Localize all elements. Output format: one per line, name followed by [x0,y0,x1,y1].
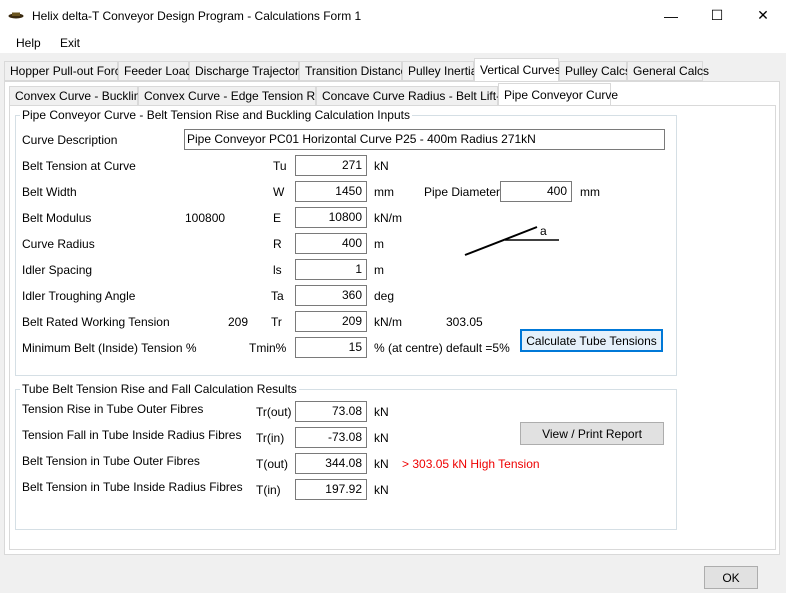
tab-vertical-curves[interactable]: Vertical Curves [474,58,561,82]
tension-fall-inside-value: -73.08 [295,427,367,448]
tension-rise-outer-unit: kN [374,405,389,419]
idler-spacing-unit: m [374,263,384,277]
ok-button[interactable]: OK [704,566,758,589]
curve-radius-symbol: R [273,237,282,251]
curve-radius-input[interactable]: 400 [295,233,367,254]
angle-label: a [540,224,547,238]
tension-rise-outer-label: Tension Rise in Tube Outer Fibres [22,402,204,416]
belt-tension-symbol: Tu [273,159,287,173]
window-title: Helix delta-T Conveyor Design Program - … [32,9,362,23]
tab-discharge-trajectory[interactable]: Discharge Trajectory [189,61,305,81]
pipe-diameter-label: Pipe Diameter [424,185,501,199]
tab-convex-curve-edge-tension-rise[interactable]: Convex Curve - Edge Tension Rise [138,86,331,106]
tab-general-calcs[interactable]: General Calcs [627,61,709,81]
belt-modulus-input[interactable]: 10800 [295,207,367,228]
min-tension-unit: % (at centre) default =5% [374,341,510,355]
curve-angle-diagram [464,226,559,256]
belt-width-input[interactable]: 1450 [295,181,367,202]
belt-tension-inside-symbol: T(in) [256,483,281,497]
belt-tension-label: Belt Tension at Curve [22,159,136,173]
curve-description-field[interactable]: Pipe Conveyor PC01 Horizontal Curve P25 … [184,129,665,150]
menu-exit[interactable]: Exit [60,36,80,50]
min-tension-label: Minimum Belt (Inside) Tension % [22,341,197,355]
menu-help[interactable]: Help [16,36,41,50]
inputs-group-title: Pipe Conveyor Curve - Belt Tension Rise … [20,108,412,122]
results-group-title: Tube Belt Tension Rise and Fall Calculat… [20,382,299,396]
high-tension-warning: > 303.05 kN High Tension [402,457,540,471]
troughing-angle-label: Idler Troughing Angle [22,289,136,303]
rated-tension-total: 303.05 [446,315,483,329]
idler-spacing-symbol: ls [273,263,282,277]
tension-fall-inside-unit: kN [374,431,389,445]
belt-tension-inside-unit: kN [374,483,389,497]
maximize-button[interactable]: ☐ [694,0,740,31]
pipe-diameter-unit: mm [580,185,600,199]
app-hat-icon [8,12,24,19]
idler-spacing-input[interactable]: 1 [295,259,367,280]
close-button[interactable]: ✕ [740,0,786,31]
belt-tension-input[interactable]: 271 [295,155,367,176]
rated-tension-extra-value: 209 [228,315,249,329]
belt-tension-unit: kN [374,159,389,173]
idler-spacing-label: Idler Spacing [22,263,93,277]
belt-tension-inside-value: 197.92 [295,479,367,500]
tab-pulley-inertia[interactable]: Pulley Inertia [402,61,477,81]
tension-rise-outer-symbol: Tr(out) [256,405,292,419]
tab-transition-distance[interactable]: Transition Distance [299,61,407,81]
belt-tension-inside-label: Belt Tension in Tube Inside Radius Fibre… [22,480,243,494]
view-print-report-button[interactable]: View / Print Report [520,422,664,445]
min-tension-symbol: Tmin% [249,341,287,355]
rated-tension-unit: kN/m [374,315,402,329]
rated-tension-input[interactable]: 209 [295,311,367,332]
belt-modulus-extra-value: 100800 [185,211,226,225]
pipe-diameter-input[interactable]: 400 [500,181,572,202]
belt-modulus-label: Belt Modulus [22,211,92,225]
rated-tension-label: Belt Rated Working Tension [22,315,170,329]
belt-width-label: Belt Width [22,185,77,199]
tab-pipe-conveyor-curve[interactable]: Pipe Conveyor Curve [498,83,618,107]
curve-description-label: Curve Description [22,133,118,147]
tab-concave-curve-radius-belt-lift-off[interactable]: Concave Curve Radius - Belt Lift-off [316,86,513,106]
tension-fall-inside-symbol: Tr(in) [256,431,285,445]
tab-hopper-pull-out-force[interactable]: Hopper Pull-out Force [4,61,127,81]
min-tension-input[interactable]: 15 [295,337,367,358]
tab-feeder-load[interactable]: Feeder Load [118,61,192,81]
tab-convex-curve-buckling[interactable]: Convex Curve - Buckling [9,86,147,106]
calculate-tube-tensions-button[interactable]: Calculate Tube Tensions [520,329,663,352]
belt-modulus-unit: kN/m [374,211,402,225]
curve-radius-label: Curve Radius [22,237,95,251]
belt-width-unit: mm [374,185,394,199]
tab-pulley-calcs[interactable]: Pulley Calcs [559,61,631,81]
belt-tension-outer-symbol: T(out) [256,457,289,471]
belt-tension-outer-unit: kN [374,457,389,471]
tension-rise-outer-value: 73.08 [295,401,367,422]
troughing-angle-input[interactable]: 360 [295,285,367,306]
belt-width-symbol: W [273,185,285,199]
belt-modulus-symbol: E [273,211,282,225]
troughing-angle-symbol: Ta [271,289,284,303]
belt-tension-outer-value: 344.08 [295,453,367,474]
curve-radius-unit: m [374,237,384,251]
minimize-button[interactable]: — [648,0,694,31]
rated-tension-symbol: Tr [271,315,282,329]
belt-tension-outer-label: Belt Tension in Tube Outer Fibres [22,454,200,468]
troughing-angle-unit: deg [374,289,395,303]
tension-fall-inside-label: Tension Fall in Tube Inside Radius Fibre… [22,428,242,442]
menu-bar [0,31,786,53]
